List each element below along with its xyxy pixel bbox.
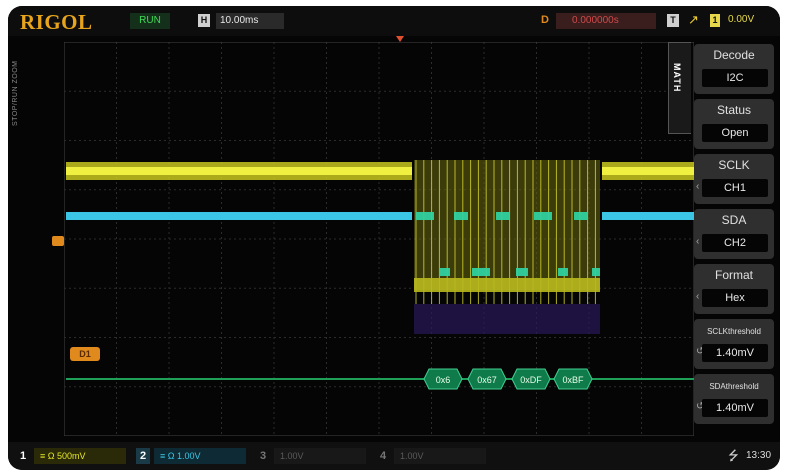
ch3-noise xyxy=(414,304,600,334)
sda-segment xyxy=(558,268,568,276)
menu-item-title: SDA xyxy=(721,213,747,227)
chevron-left-icon: ‹ xyxy=(696,236,700,247)
menu-item-title: Format xyxy=(714,268,753,282)
menu-tab[interactable]: MATH xyxy=(668,42,691,134)
sda-segment xyxy=(496,212,510,220)
timebase-readout[interactable]: 10.00ms xyxy=(216,13,284,29)
channel-1-scale[interactable]: ≡ Ω 500mV xyxy=(34,448,126,464)
ch1-waveform xyxy=(66,160,694,304)
menu-item-decode[interactable]: Decode I2C xyxy=(694,44,774,94)
horizontal-icon: H xyxy=(198,14,210,27)
channel-4-scale[interactable]: 1.00V xyxy=(394,448,486,464)
sda-segment xyxy=(534,212,552,220)
menu-item-sclk-threshold[interactable]: SCLKthreshold ↺ 1.40mV xyxy=(694,319,774,369)
sda-segment xyxy=(592,268,600,276)
decode-packet-label: 0xBF xyxy=(562,375,584,385)
menu-item-value: Hex xyxy=(702,289,768,307)
trigger-source-badge[interactable]: 1 xyxy=(710,14,720,27)
clock-readout: 13:30 xyxy=(746,450,772,461)
oscilloscope-screen: RIGOL RUN H 10.00ms D 0.000000s T ↗ 1 0.… xyxy=(8,6,780,470)
menu-item-value: 1.40mV xyxy=(702,344,768,362)
sda-segment xyxy=(472,268,490,276)
decode-packet-label: 0x6 xyxy=(436,375,451,385)
side-label: STOP/RUN ZOOM xyxy=(12,60,19,126)
sda-segment xyxy=(574,212,588,220)
channel-1-number[interactable]: 1 xyxy=(16,448,30,464)
run-stop-status[interactable]: RUN xyxy=(130,13,170,29)
menu-tab-label: MATH xyxy=(672,63,682,93)
menu-item-title: SCLKthreshold xyxy=(707,327,761,336)
coupling-icon: ≡ Ω xyxy=(160,451,177,461)
decode-channel-label[interactable]: D1 xyxy=(70,347,100,361)
channel-3-scale-value: 1.00V xyxy=(280,451,304,461)
decode-packet-label: 0x67 xyxy=(477,375,497,385)
menu-item-sda-threshold[interactable]: SDAthreshold ↺ 1.40mV xyxy=(694,374,774,424)
usb-icon: ⭍ xyxy=(728,448,739,463)
menu-item-value: CH1 xyxy=(702,179,768,197)
waveform-grid: 0x6 0x67 0xDF 0xBF xyxy=(64,42,694,436)
decode-packet-label: 0xDF xyxy=(520,375,542,385)
menu-item-title: Status xyxy=(716,103,752,117)
sda-segment xyxy=(416,212,434,220)
channel-2-scale-value: 1.00V xyxy=(176,451,201,461)
menu-item-sda[interactable]: SDA ‹ CH2 xyxy=(694,209,774,259)
menu-item-status[interactable]: Status Open xyxy=(694,99,774,149)
channel-3-scale[interactable]: 1.00V xyxy=(274,448,366,464)
channel-2-number[interactable]: 2 xyxy=(136,448,150,464)
sda-segment xyxy=(516,268,528,276)
channel-4-number[interactable]: 4 xyxy=(376,448,390,464)
chevron-left-icon: ‹ xyxy=(696,181,700,192)
menu-item-value: CH2 xyxy=(702,234,768,252)
channel-offset-marker-icon[interactable] xyxy=(52,236,64,246)
chevron-left-icon: ‹ xyxy=(696,291,700,302)
menu-item-title: SDAthreshold xyxy=(709,382,759,391)
trigger-icon: T xyxy=(667,14,679,27)
menu-item-title: Decode xyxy=(713,48,755,62)
sda-segment xyxy=(440,268,450,276)
delay-icon: D xyxy=(541,14,549,26)
menu-item-title: SCLK xyxy=(718,158,750,172)
menu-item-value: I2C xyxy=(702,69,768,87)
channel-1-scale-value: 500mV xyxy=(56,451,86,461)
coupling-icon: ≡ Ω xyxy=(40,451,57,461)
side-menu: Decode I2C Status Open SCLK ‹ CH1 SDA ‹ … xyxy=(690,42,780,440)
menu-item-format[interactable]: Format ‹ Hex xyxy=(694,264,774,314)
channel-3-number[interactable]: 3 xyxy=(256,448,270,464)
brand-logo: RIGOL xyxy=(20,10,93,34)
trigger-delay-readout[interactable]: 0.000000s xyxy=(556,13,656,29)
channel-4-scale-value: 1.00V xyxy=(400,451,424,461)
channel-2-scale[interactable]: ≡ Ω 1.00V xyxy=(154,448,246,464)
menu-item-value: Open xyxy=(702,124,768,142)
sda-segment xyxy=(454,212,468,220)
menu-item-value: 1.40mV xyxy=(702,399,768,417)
trigger-level-readout[interactable]: 0.00V xyxy=(728,14,754,25)
rising-edge-icon: ↗ xyxy=(688,12,699,27)
top-status-bar: RIGOL RUN H 10.00ms D 0.000000s T ↗ 1 0.… xyxy=(8,6,780,36)
bottom-channel-bar: 1 ≡ Ω 500mV 2 ≡ Ω 1.00V 3 1.00V 4 1.00V … xyxy=(8,442,780,470)
menu-item-sclk[interactable]: SCLK ‹ CH1 xyxy=(694,154,774,204)
